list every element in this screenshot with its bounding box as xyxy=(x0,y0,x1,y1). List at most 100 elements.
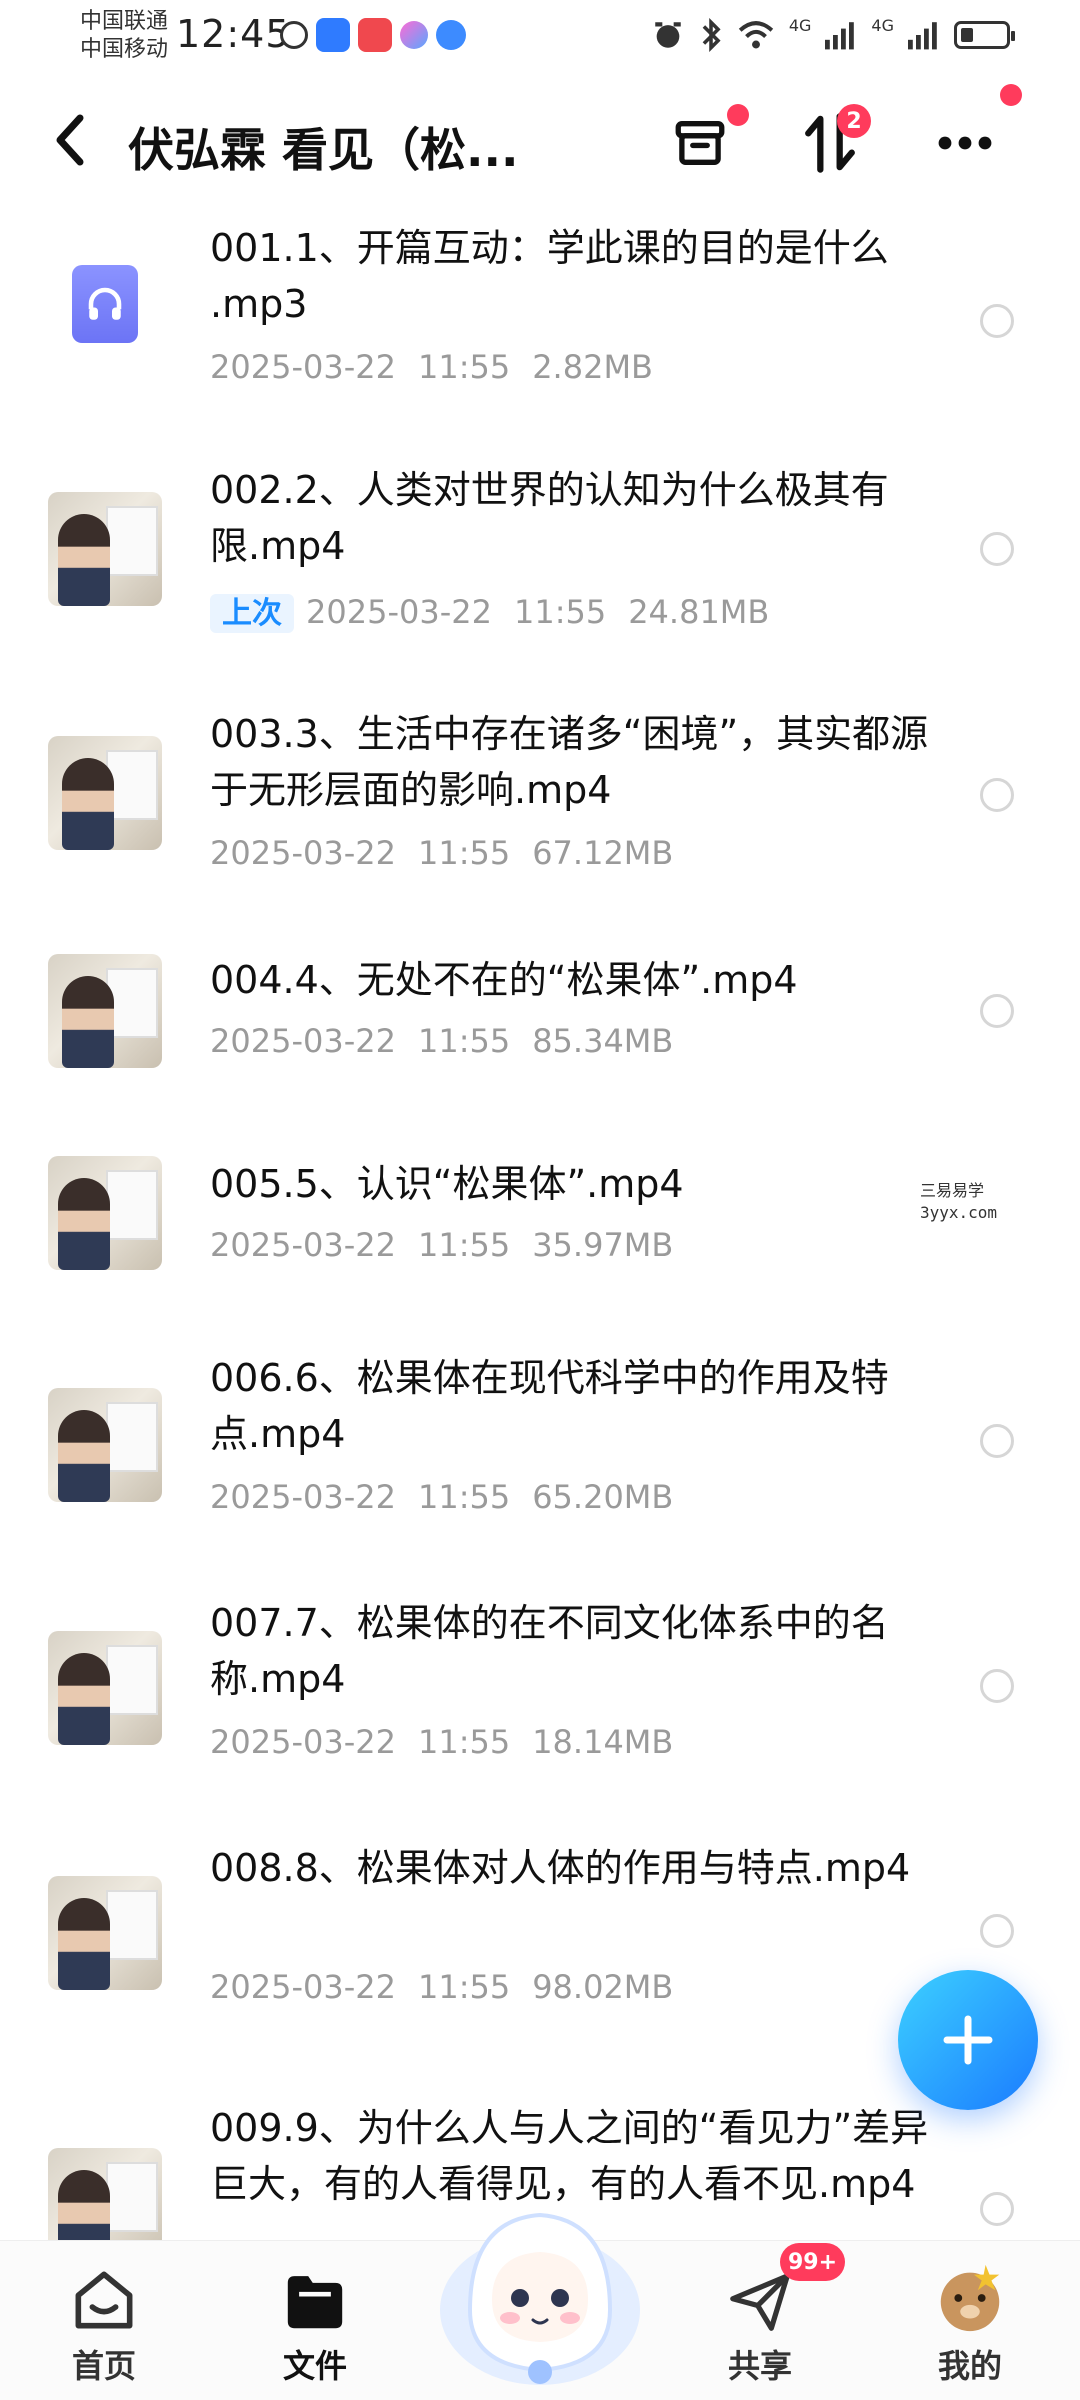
more-options-button[interactable] xyxy=(930,84,1022,178)
file-time: 11:55 xyxy=(417,1478,511,1516)
file-row[interactable]: 001.1、开篇互动：学此课的目的是什么 .mp3 2025-03-22 11:5… xyxy=(0,220,1080,440)
nav-home[interactable]: 首页 xyxy=(24,2241,184,2400)
file-row[interactable]: 002.2、人类对世界的认知为什么极其有限.mp4 上次 2025-03-22 11… xyxy=(0,462,1080,682)
video-thumbnail xyxy=(48,2148,162,2240)
chevron-left-icon xyxy=(56,114,84,166)
nav-files[interactable]: 文件 xyxy=(235,2241,395,2400)
file-row[interactable]: 007.7、松果体的在不同文化体系中的名称.mp4 2025-03-22 11:5… xyxy=(0,1595,1080,1815)
file-time: 11:55 xyxy=(417,1723,511,1761)
home-icon xyxy=(75,2271,133,2329)
notification-dot xyxy=(727,104,749,126)
plus-icon xyxy=(943,2015,993,2065)
file-name: 007.7、松果体的在不同文化体系中的名称.mp4 xyxy=(210,1601,889,1701)
file-date: 2025-03-22 xyxy=(210,1022,396,1060)
file-date: 2025-03-22 xyxy=(210,348,396,386)
file-date: 2025-03-22 xyxy=(306,593,492,631)
paper-plane-icon xyxy=(730,2273,790,2331)
file-meta: 2025-03-22 11:55 98.02MB xyxy=(210,1968,673,2006)
network-type-label-2: 4G xyxy=(871,15,894,35)
app-notification-icon xyxy=(358,18,392,52)
select-radio[interactable] xyxy=(980,304,1014,338)
assistant-mascot-button[interactable] xyxy=(430,2160,650,2400)
archive-button[interactable] xyxy=(665,104,749,178)
select-radio[interactable] xyxy=(980,1914,1014,1948)
nav-share-label: 共享 xyxy=(727,2347,792,2385)
select-radio[interactable] xyxy=(980,1424,1014,1458)
file-row[interactable]: 003.3、生活中存在诸多“困境”，其实都源于无形层面的影响.mp4 2025-… xyxy=(0,706,1080,926)
file-meta: 2025-03-22 11:55 18.14MB xyxy=(210,1723,673,1761)
file-time: 11:55 xyxy=(417,834,511,872)
video-thumbnail xyxy=(48,736,162,850)
select-radio[interactable] xyxy=(980,1669,1014,1703)
more-horizontal-icon xyxy=(938,136,992,150)
carrier-2: 中国移动 xyxy=(80,37,169,62)
file-row[interactable]: 006.6、松果体在现代科学中的作用及特点.mp4 2025-03-22 11:5… xyxy=(0,1350,1080,1570)
carrier-1: 中国联通 xyxy=(80,9,169,34)
file-date: 2025-03-22 xyxy=(210,1478,396,1516)
file-time: 11:55 xyxy=(513,593,607,631)
file-size: 24.81MB xyxy=(628,593,770,631)
system-status-icons: 4G 4G xyxy=(651,15,1015,52)
file-meta: 2025-03-22 11:55 67.12MB xyxy=(210,834,673,872)
file-name: 008.8、松果体对人体的作用与特点.mp4 xyxy=(210,1846,911,1890)
select-radio[interactable] xyxy=(980,2192,1014,2226)
share-count-badge: 99+ xyxy=(780,2243,846,2281)
file-date: 2025-03-22 xyxy=(210,1226,396,1264)
status-bar: 中国联通 中国移动 12:45 4G 4G xyxy=(0,0,1080,80)
mascot-icon xyxy=(440,2212,640,2385)
video-thumbnail xyxy=(48,1876,162,1990)
app-notification-icon xyxy=(400,21,428,49)
file-date: 2025-03-22 xyxy=(210,1723,396,1761)
audio-file-icon xyxy=(72,265,138,343)
archive-icon xyxy=(675,121,725,165)
video-thumbnail xyxy=(48,954,162,1068)
file-meta: 2025-03-22 11:55 35.97MB xyxy=(210,1226,673,1264)
file-size: 35.97MB xyxy=(532,1226,674,1264)
select-radio[interactable] xyxy=(980,532,1014,566)
wifi-icon xyxy=(738,21,774,49)
nav-files-label: 文件 xyxy=(282,2347,347,2385)
bluetooth-icon xyxy=(702,18,721,52)
clock: 12:45 xyxy=(176,12,291,56)
file-time: 11:55 xyxy=(417,1226,511,1264)
file-size: 67.12MB xyxy=(532,834,674,872)
file-time: 11:55 xyxy=(417,1968,511,2006)
folder-icon xyxy=(287,2276,343,2329)
file-row[interactable]: 004.4、无处不在的“松果体”.mp4 2025-03-22 11:55 85.3… xyxy=(0,952,1080,1112)
file-meta: 上次 2025-03-22 11:55 24.81MB xyxy=(210,588,770,633)
file-name: 006.6、松果体在现代科学中的作用及特点.mp4 xyxy=(210,1356,889,1456)
file-time: 11:55 xyxy=(417,348,511,386)
file-name: 005.5、认识“松果体”.mp4 xyxy=(210,1162,684,1206)
watermark-line-2: 3yyx.com xyxy=(920,1203,998,1222)
file-size: 85.34MB xyxy=(532,1022,674,1060)
app-notification-icon xyxy=(280,21,308,49)
back-button[interactable] xyxy=(50,110,90,185)
file-size: 2.82MB xyxy=(532,348,653,386)
video-thumbnail xyxy=(48,1388,162,1502)
file-size: 18.14MB xyxy=(532,1723,674,1761)
select-radio[interactable] xyxy=(980,994,1014,1028)
nav-mine[interactable]: 我的 xyxy=(890,2241,1050,2400)
file-name: 003.3、生活中存在诸多“困境”，其实都源于无形层面的影响.mp4 xyxy=(210,712,929,812)
network-type-label: 4G xyxy=(788,15,812,35)
file-name: 001.1、开篇互动：学此课的目的是什么 .mp3 xyxy=(210,226,889,326)
transfer-button[interactable]: 2 xyxy=(795,104,871,178)
nav-share[interactable]: 共享 99+ xyxy=(680,2241,846,2400)
folder-title: 伏弘霖 看见（松... xyxy=(128,123,519,177)
headphones-icon xyxy=(88,287,122,320)
file-name: 004.4、无处不在的“松果体”.mp4 xyxy=(210,958,798,1002)
add-button[interactable] xyxy=(898,1970,1038,2110)
watermark: 三易易学 3yyx.com xyxy=(920,1180,997,1224)
watermark-line-1: 三易易学 xyxy=(920,1181,985,1200)
file-size: 98.02MB xyxy=(532,1968,674,2006)
carrier-info: 中国联通 中国移动 xyxy=(80,8,168,64)
file-meta: 2025-03-22 11:55 65.20MB xyxy=(210,1478,673,1516)
select-radio[interactable] xyxy=(980,778,1014,812)
app-notification-icon xyxy=(316,18,350,52)
file-date: 2025-03-22 xyxy=(210,1968,396,2006)
nav-home-label: 首页 xyxy=(71,2347,136,2385)
video-thumbnail xyxy=(48,1156,162,1270)
file-row[interactable]: 005.5、认识“松果体”.mp4 2025-03-22 11:55 35.97MB xyxy=(0,1156,1080,1316)
top-app-bar: 伏弘霖 看见（松... 2 xyxy=(0,84,1080,200)
battery-icon xyxy=(954,21,1015,49)
